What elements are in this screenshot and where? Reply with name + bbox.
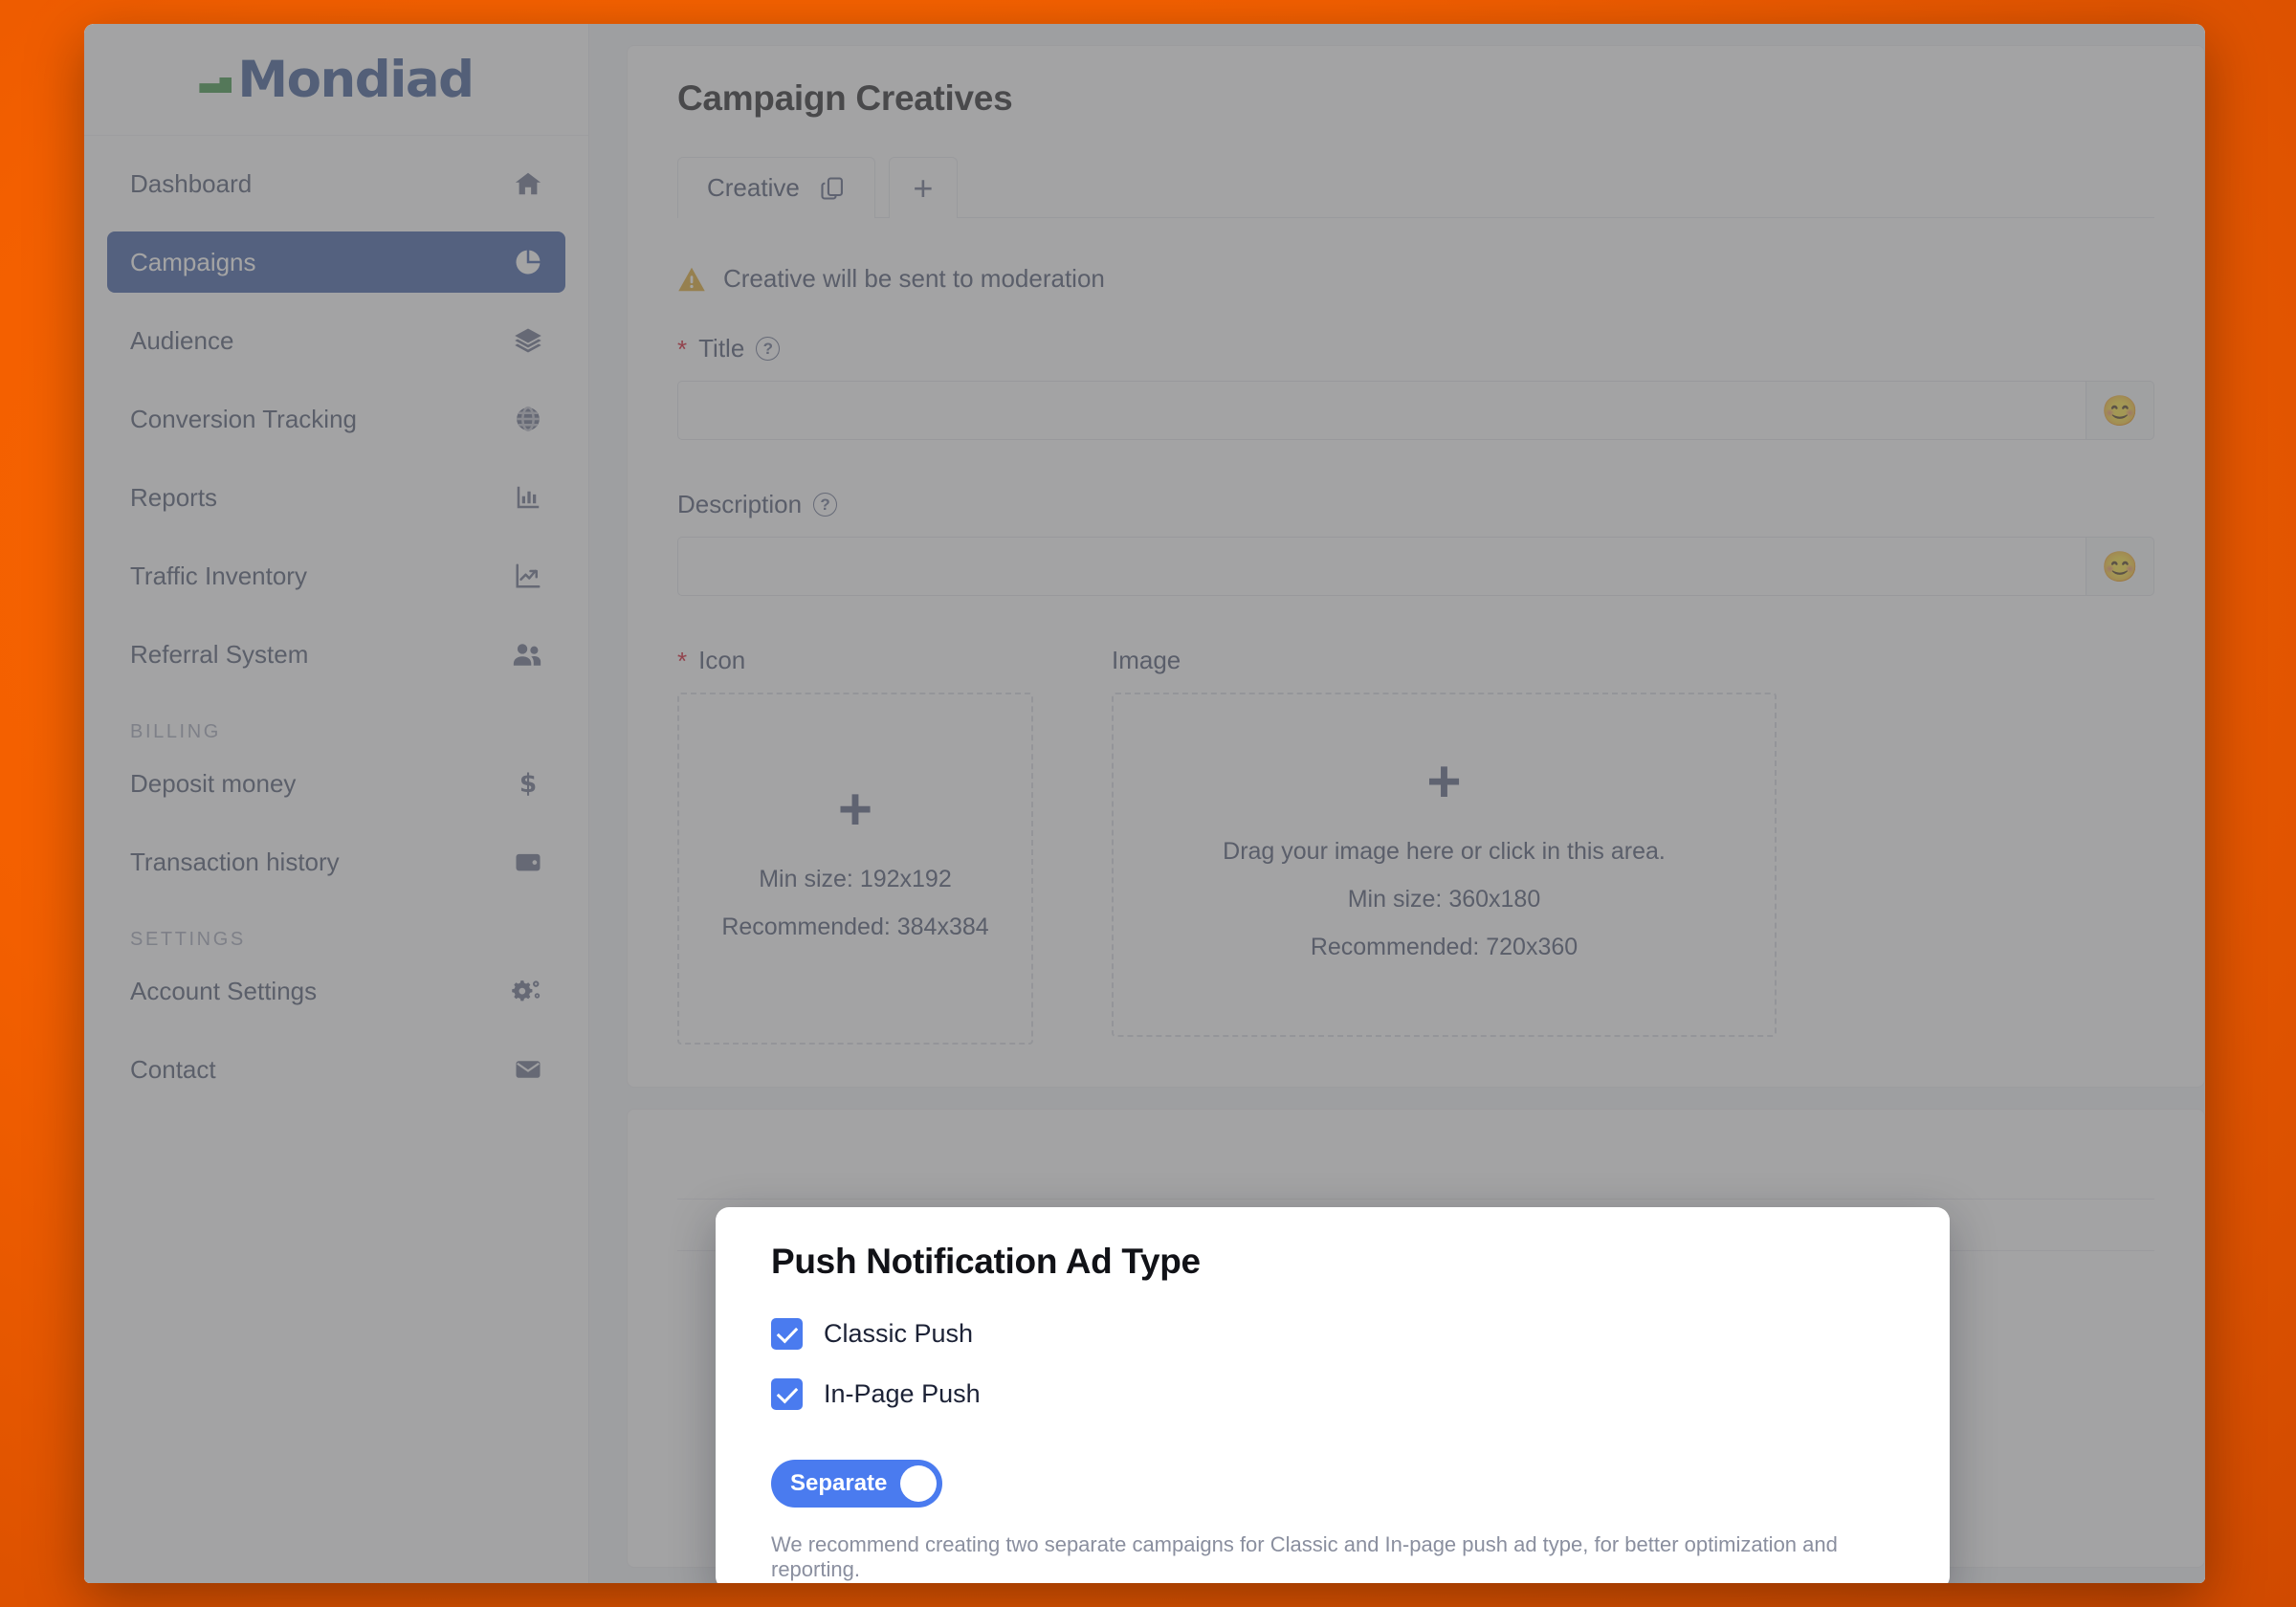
field-label-text: Title	[698, 334, 745, 363]
mondiad-logo-mark	[199, 60, 235, 99]
brand-logo[interactable]: Mondiad	[84, 24, 588, 136]
page-title: Campaign Creatives	[677, 78, 1013, 118]
toggle-knob[interactable]	[900, 1465, 938, 1502]
obscured-row	[677, 1148, 2154, 1200]
question-circle-icon[interactable]: ?	[756, 337, 781, 361]
icon-min-size-text: Min size: 192x192	[759, 865, 952, 892]
modal-note: We recommend creating two separate campa…	[771, 1532, 1838, 1581]
checkbox-checked-icon[interactable]	[771, 1318, 803, 1350]
sidebar-item-label: Campaigns	[130, 247, 256, 276]
sidebar-item-account-settings[interactable]: Account Settings	[107, 960, 565, 1022]
sidebar-item-label: Account Settings	[130, 976, 318, 1005]
title-input-row: 😊	[677, 381, 2154, 440]
icon-dropzone[interactable]: + Min size: 192x192 Recommended: 384x384	[677, 693, 1033, 1045]
checkbox-label: Classic Push	[824, 1319, 974, 1348]
sidebar-group-settings: SETTINGS	[130, 929, 246, 950]
sidebar-item-label: Reports	[130, 482, 218, 512]
sidebar-item-label: Traffic Inventory	[130, 561, 307, 590]
description-emoji-button[interactable]: 😊	[2086, 537, 2154, 596]
globe-icon	[514, 405, 542, 433]
trend-up-icon	[514, 561, 542, 590]
sidebar: Mondiad Dashboard Campaigns Audience Con…	[84, 24, 589, 1583]
icon-upload-group: * Icon + Min size: 192x192 Recommended: …	[677, 646, 1033, 1045]
description-field-label: Description ?	[677, 490, 2154, 519]
sidebar-item-transaction-history[interactable]: Transaction history	[107, 831, 565, 892]
required-marker: *	[677, 646, 688, 675]
sidebar-item-label: Dashboard	[130, 168, 253, 198]
moderation-notice-text: Creative will be sent to moderation	[723, 264, 1105, 293]
layers-icon	[514, 326, 542, 355]
image-dropzone[interactable]: + Drag your image here or click in this …	[1112, 693, 1777, 1037]
description-input-row: 😊	[677, 537, 2154, 596]
svg-text:$: $	[519, 770, 537, 798]
icon-field-label: * Icon	[677, 646, 1033, 675]
checkbox-in-page-push[interactable]: In-Page Push	[771, 1378, 1894, 1410]
creative-tabs: Creative +	[677, 157, 2154, 218]
dollar-icon: $	[514, 769, 542, 798]
add-creative-tab-button[interactable]: +	[888, 157, 958, 218]
question-circle-icon[interactable]: ?	[813, 493, 838, 517]
sidebar-item-audience[interactable]: Audience	[107, 310, 565, 371]
sidebar-item-contact[interactable]: Contact	[107, 1039, 565, 1100]
brand-name: Mondiad	[237, 50, 475, 109]
image-recommended-text: Recommended: 720x360	[1310, 933, 1578, 960]
sidebar-item-traffic-inventory[interactable]: Traffic Inventory	[107, 545, 565, 606]
image-field-label: Image	[1112, 646, 1777, 675]
sidebar-item-deposit-money[interactable]: Deposit money $	[107, 753, 565, 814]
sidebar-item-campaigns[interactable]: Campaigns	[107, 231, 565, 293]
users-icon	[512, 640, 542, 669]
campaign-creatives-card: Campaign Creatives Creative + Creative w…	[627, 45, 2205, 1088]
toggle-label: Separate	[790, 1470, 888, 1496]
warning-triangle-icon	[677, 266, 706, 293]
description-input[interactable]	[677, 537, 2086, 596]
sidebar-item-label: Deposit money	[130, 768, 297, 798]
sidebar-item-referral-system[interactable]: Referral System	[107, 624, 565, 685]
plus-icon: +	[1426, 749, 1462, 816]
sidebar-nav: Dashboard Campaigns Audience Conversion …	[84, 136, 588, 1100]
title-field-label: * Title ?	[677, 334, 2154, 363]
sidebar-item-dashboard[interactable]: Dashboard	[107, 153, 565, 214]
sidebar-item-label: Transaction history	[130, 847, 340, 876]
gears-icon	[512, 977, 542, 1005]
sidebar-item-reports[interactable]: Reports	[107, 467, 565, 528]
tab-label: Creative	[707, 173, 800, 202]
sidebar-item-label: Conversion Tracking	[130, 404, 357, 433]
image-min-size-text: Min size: 360x180	[1347, 885, 1541, 913]
envelope-icon	[514, 1055, 542, 1084]
field-label-text: Description	[677, 490, 803, 518]
sidebar-group-billing: BILLING	[130, 721, 221, 742]
uploads-row: * Icon + Min size: 192x192 Recommended: …	[677, 646, 2154, 1045]
copy-icon[interactable]	[819, 175, 846, 202]
checkbox-classic-push[interactable]: Classic Push	[771, 1318, 1894, 1350]
push-notification-ad-type-modal: Push Notification Ad Type Classic Push I…	[716, 1207, 1950, 1583]
mondiad-logo: Mondiad	[199, 50, 475, 109]
checkbox-label: In-Page Push	[824, 1379, 981, 1408]
bar-chart-icon	[514, 483, 542, 512]
modal-title: Push Notification Ad Type	[771, 1242, 1201, 1281]
sidebar-item-label: Referral System	[130, 639, 309, 669]
image-upload-group: Image + Drag your image here or click in…	[1112, 646, 1777, 1045]
sidebar-item-label: Audience	[130, 325, 234, 355]
home-icon	[514, 169, 542, 198]
field-label-text: Image	[1112, 646, 1181, 674]
moderation-notice: Creative will be sent to moderation	[677, 264, 2154, 294]
wallet-icon	[514, 848, 542, 876]
title-input[interactable]	[677, 381, 2086, 440]
separate-campaigns-toggle[interactable]: Separate	[771, 1460, 943, 1508]
image-drop-prompt: Drag your image here or click in this ar…	[1223, 837, 1666, 865]
required-marker: *	[677, 334, 688, 363]
field-label-text: Icon	[698, 646, 746, 674]
tab-creative[interactable]: Creative	[677, 157, 875, 218]
pie-chart-icon	[514, 248, 542, 276]
title-emoji-button[interactable]: 😊	[2086, 381, 2154, 440]
browser-page: Mondiad Dashboard Campaigns Audience Con…	[84, 24, 2205, 1583]
sidebar-item-conversion-tracking[interactable]: Conversion Tracking	[107, 388, 565, 450]
plus-icon: +	[913, 167, 934, 208]
plus-icon: +	[837, 777, 873, 844]
icon-recommended-text: Recommended: 384x384	[721, 913, 989, 940]
checkbox-checked-icon[interactable]	[771, 1378, 803, 1410]
sidebar-item-label: Contact	[130, 1054, 216, 1084]
